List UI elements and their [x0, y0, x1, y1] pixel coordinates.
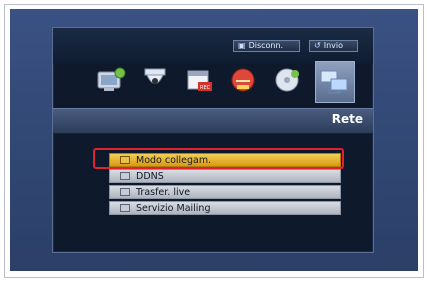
- menu-item-label: DDNS: [136, 170, 164, 182]
- menu-icons-row: REC: [95, 61, 365, 104]
- event-alarm-icon[interactable]: [227, 64, 259, 96]
- menu-item-label: Trasfer. live: [136, 186, 191, 198]
- menu-item-servizio-mailing[interactable]: Servizio Mailing: [109, 201, 341, 215]
- disconnect-icon: ▣: [238, 41, 246, 50]
- send-button[interactable]: ↺ Invio: [309, 40, 358, 52]
- disconnect-button[interactable]: ▣ Disconn.: [233, 40, 300, 52]
- record-calendar-icon[interactable]: REC: [183, 64, 215, 96]
- menu-item-label: Servizio Mailing: [136, 202, 211, 214]
- backup-disk-icon[interactable]: [271, 64, 303, 96]
- selection-highlight-box: [93, 148, 344, 169]
- panel-header: ▣ Disconn. ↺ Invio: [53, 28, 373, 64]
- menu-item-icon: [120, 188, 130, 196]
- envelope-icon: [120, 204, 130, 212]
- camera-icon[interactable]: [139, 64, 171, 96]
- disconnect-label: Disconn.: [248, 41, 284, 50]
- menu-panel: ▣ Disconn. ↺ Invio REC Rete Modo collega…: [52, 27, 374, 253]
- return-icon: ↺: [314, 41, 321, 50]
- menu-item-icon: [120, 172, 130, 180]
- network-icon[interactable]: [315, 61, 355, 103]
- section-title-bar: Rete: [53, 108, 373, 134]
- send-label: Invio: [323, 41, 343, 50]
- section-title: Rete: [331, 112, 363, 126]
- menu-item-ddns[interactable]: DDNS: [109, 169, 341, 183]
- menu-item-trasfer-live[interactable]: Trasfer. live: [109, 185, 341, 199]
- display-settings-icon[interactable]: [95, 64, 127, 96]
- svg-text:REC: REC: [200, 85, 211, 91]
